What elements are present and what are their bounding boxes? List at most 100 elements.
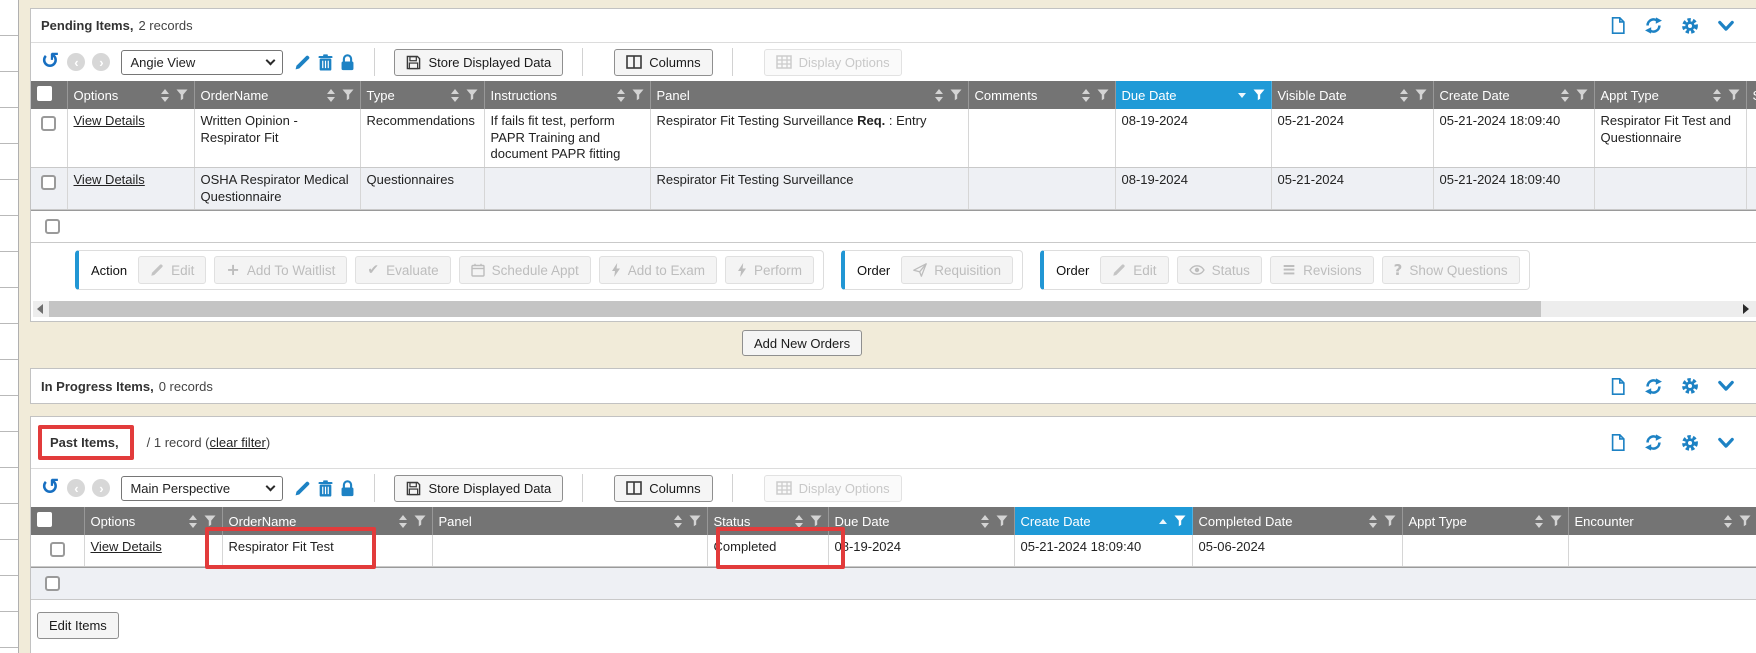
sort-icon[interactable] — [327, 89, 335, 102]
edit-view-pencil-icon[interactable] — [294, 54, 311, 71]
col-header-create-date[interactable]: Create Date — [1433, 81, 1594, 109]
filter-funnel-icon[interactable] — [996, 515, 1008, 527]
chevron-down-icon[interactable] — [1717, 435, 1735, 451]
sort-asc-icon[interactable] — [1159, 519, 1167, 524]
row-checkbox[interactable] — [41, 116, 56, 131]
edit-view-pencil-icon[interactable] — [294, 480, 311, 497]
col-header-visible-date[interactable]: Visible Date — [1271, 81, 1433, 109]
new-document-icon[interactable] — [1609, 377, 1627, 396]
filter-funnel-icon[interactable] — [1097, 89, 1109, 101]
next-view-button[interactable]: › — [92, 479, 110, 497]
gear-icon[interactable] — [1680, 376, 1700, 396]
filter-funnel-icon[interactable] — [689, 515, 701, 527]
select-all-header-cell[interactable] — [31, 81, 67, 109]
delete-view-trash-icon[interactable] — [318, 480, 333, 497]
col-header-status[interactable]: Status — [707, 507, 828, 535]
filter-funnel-icon[interactable] — [810, 515, 822, 527]
sort-icon[interactable] — [1713, 89, 1721, 102]
store-displayed-data-button[interactable]: Store Displayed Data — [394, 49, 563, 76]
chevron-down-icon[interactable] — [1717, 378, 1735, 394]
sort-icon[interactable] — [1082, 89, 1090, 102]
refresh-icon[interactable] — [1644, 433, 1663, 452]
col-header-panel[interactable]: Panel — [650, 81, 968, 109]
sort-icon[interactable] — [1369, 515, 1377, 528]
sort-icon[interactable] — [674, 515, 682, 528]
filter-funnel-icon[interactable] — [1739, 515, 1751, 527]
filter-funnel-icon[interactable] — [1253, 89, 1265, 101]
col-header-panel[interactable]: Panel — [432, 507, 707, 535]
filter-funnel-icon[interactable] — [950, 89, 962, 101]
next-view-button[interactable]: › — [92, 53, 110, 71]
view-details-link[interactable]: View Details — [74, 172, 145, 187]
col-header-type[interactable]: Type — [360, 81, 484, 109]
col-header-cut[interactable]: S — [1746, 81, 1756, 109]
sort-icon[interactable] — [1400, 89, 1408, 102]
clear-filter-link[interactable]: clear filter — [210, 435, 266, 450]
prev-view-button[interactable]: ‹ — [67, 53, 85, 71]
col-header-options[interactable]: Options — [84, 507, 222, 535]
scroll-right-arrow[interactable] — [1743, 304, 1749, 314]
col-header-encounter[interactable]: Encounter — [1568, 507, 1756, 535]
refresh-icon[interactable] — [1644, 16, 1663, 35]
sort-icon[interactable] — [189, 515, 197, 528]
col-header-appt-type[interactable]: Appt Type — [1594, 81, 1746, 109]
select-all-checkbox[interactable] — [45, 576, 60, 591]
col-header-options[interactable]: Options — [67, 81, 194, 109]
lock-view-icon[interactable] — [340, 54, 355, 71]
scrollbar-thumb[interactable] — [49, 301, 1541, 317]
select-all-header-cell[interactable] — [31, 507, 84, 535]
col-header-due-date[interactable]: Due Date — [828, 507, 1014, 535]
delete-view-trash-icon[interactable] — [318, 54, 333, 71]
refresh-icon[interactable] — [1644, 377, 1663, 396]
filter-funnel-icon[interactable] — [632, 89, 644, 101]
filter-funnel-icon[interactable] — [1415, 89, 1427, 101]
sort-icon[interactable] — [795, 515, 803, 528]
col-header-completed-date[interactable]: Completed Date — [1192, 507, 1402, 535]
filter-funnel-icon[interactable] — [342, 89, 354, 101]
filter-funnel-icon[interactable] — [414, 515, 426, 527]
prev-view-button[interactable]: ‹ — [67, 479, 85, 497]
undo-icon[interactable]: ↺ — [41, 478, 59, 498]
filter-funnel-icon[interactable] — [1384, 515, 1396, 527]
sort-icon[interactable] — [161, 89, 169, 102]
col-header-ordername[interactable]: OrderName — [222, 507, 432, 535]
filter-funnel-icon[interactable] — [176, 89, 188, 101]
filter-funnel-icon[interactable] — [1728, 89, 1740, 101]
filter-funnel-icon[interactable] — [1174, 515, 1186, 527]
row-checkbox[interactable] — [41, 175, 56, 190]
sort-desc-icon[interactable] — [1238, 93, 1246, 98]
sort-icon[interactable] — [1535, 515, 1543, 528]
filter-funnel-icon[interactable] — [1576, 89, 1588, 101]
scroll-left-arrow[interactable] — [37, 304, 43, 314]
chevron-down-icon[interactable] — [1717, 18, 1735, 34]
sort-icon[interactable] — [981, 515, 989, 528]
sort-icon[interactable] — [617, 89, 625, 102]
edit-items-button[interactable]: Edit Items — [37, 612, 119, 639]
row-checkbox[interactable] — [50, 542, 65, 557]
sort-icon[interactable] — [1561, 89, 1569, 102]
col-header-instructions[interactable]: Instructions — [484, 81, 650, 109]
col-header-due-date-sorted[interactable]: Due Date — [1115, 81, 1271, 109]
gear-icon[interactable] — [1680, 16, 1700, 36]
col-header-appt-type[interactable]: Appt Type — [1402, 507, 1568, 535]
columns-button[interactable]: Columns — [614, 475, 712, 502]
col-header-ordername[interactable]: OrderName — [194, 81, 360, 109]
undo-icon[interactable]: ↺ — [41, 52, 59, 72]
col-header-comments[interactable]: Comments — [968, 81, 1115, 109]
filter-funnel-icon[interactable] — [204, 515, 216, 527]
select-all-checkbox[interactable] — [45, 219, 60, 234]
horizontal-scrollbar[interactable] — [33, 301, 1756, 317]
view-details-link[interactable]: View Details — [91, 539, 162, 554]
view-details-link[interactable]: View Details — [74, 113, 145, 128]
filter-funnel-icon[interactable] — [1550, 515, 1562, 527]
sort-icon[interactable] — [399, 515, 407, 528]
new-document-icon[interactable] — [1609, 16, 1627, 35]
sort-icon[interactable] — [451, 89, 459, 102]
filter-funnel-icon[interactable] — [466, 89, 478, 101]
columns-button[interactable]: Columns — [614, 49, 712, 76]
select-all-checkbox[interactable] — [37, 86, 52, 101]
lock-view-icon[interactable] — [340, 480, 355, 497]
sort-icon[interactable] — [1724, 515, 1732, 528]
select-all-checkbox[interactable] — [37, 512, 52, 527]
add-new-orders-button[interactable]: Add New Orders — [742, 330, 862, 356]
